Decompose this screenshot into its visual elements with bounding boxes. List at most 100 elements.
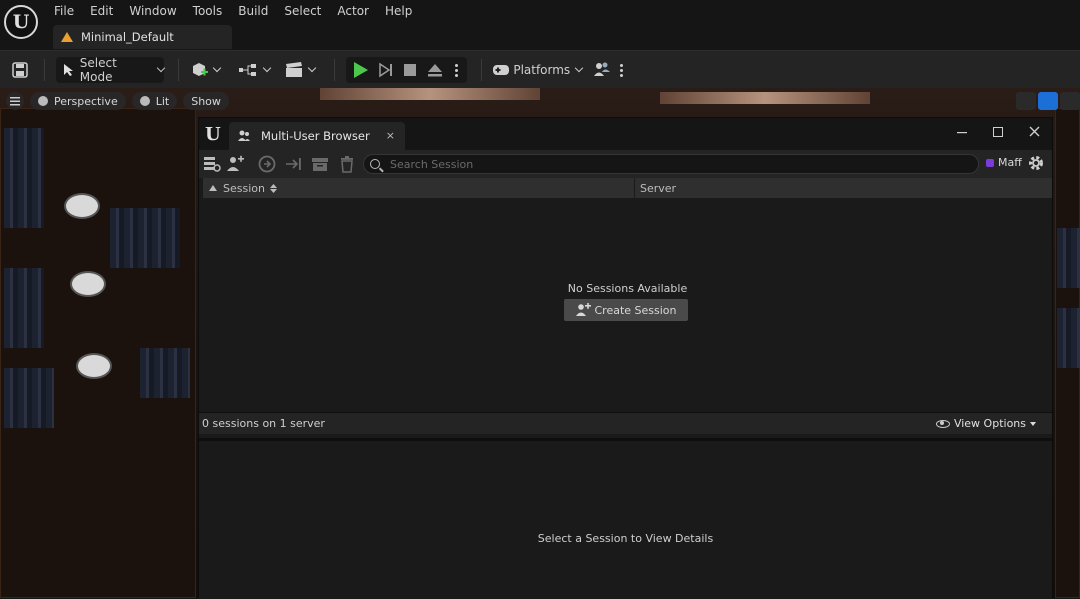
window-title-bar[interactable]: U Multi-User Browser × xyxy=(199,118,1052,150)
warning-icon xyxy=(61,32,73,42)
details-placeholder-text: Select a Session to View Details xyxy=(537,532,714,545)
viewport-menu-button[interactable] xyxy=(6,92,24,110)
sort-toggle-icon xyxy=(269,183,277,193)
session-status-bar: 0 sessions on 1 server View Options xyxy=(199,412,1052,434)
multi-user-browser-tab[interactable]: Multi-User Browser × xyxy=(229,122,405,150)
add-user-icon xyxy=(227,155,244,171)
play-icon[interactable] xyxy=(354,62,368,78)
settings-button[interactable] xyxy=(1027,154,1045,177)
menu-edit[interactable]: Edit xyxy=(82,4,121,18)
add-actor-button[interactable] xyxy=(190,57,224,83)
eject-icon[interactable] xyxy=(427,63,443,77)
view-options-button[interactable]: View Options xyxy=(935,417,1036,430)
save-button[interactable] xyxy=(10,57,30,83)
search-session-input[interactable] xyxy=(388,156,978,172)
toolbar-divider xyxy=(44,59,45,81)
chevron-down-icon xyxy=(156,63,166,73)
close-icon xyxy=(1029,126,1039,137)
user-name: Maff xyxy=(998,156,1022,169)
play-controls xyxy=(346,57,467,83)
show-button[interactable]: Show xyxy=(183,92,229,110)
session-list-header: Session Server xyxy=(203,178,1052,198)
menu-actor[interactable]: Actor xyxy=(329,4,377,18)
minimize-icon xyxy=(957,132,967,134)
books xyxy=(1057,308,1080,368)
join-session-button[interactable] xyxy=(258,155,276,173)
menu-window[interactable]: Window xyxy=(121,4,184,18)
sort-ascending-icon xyxy=(209,185,217,191)
select-mode-dropdown[interactable]: Select Mode xyxy=(56,56,166,84)
chevron-down-icon xyxy=(307,63,317,73)
perspective-button[interactable]: Perspective xyxy=(30,92,126,110)
refresh-circle-icon xyxy=(258,155,276,173)
tab-title: Multi-User Browser xyxy=(261,129,370,143)
close-window-button[interactable] xyxy=(1025,126,1043,142)
column-server-label: Server xyxy=(640,181,677,195)
more-options-icon[interactable] xyxy=(455,63,458,77)
menu-select[interactable]: Select xyxy=(276,4,329,18)
search-session-box[interactable] xyxy=(363,154,979,174)
delete-session-button[interactable] xyxy=(338,155,356,173)
chevron-down-icon xyxy=(212,63,222,73)
clapperboard-icon xyxy=(286,62,302,77)
users-icon xyxy=(594,62,610,76)
blueprint-button[interactable] xyxy=(238,57,272,83)
select-mode-label: Select Mode xyxy=(79,56,117,84)
stop-icon[interactable] xyxy=(403,63,417,77)
gamepad-icon xyxy=(493,65,509,75)
multi-user-button[interactable] xyxy=(593,57,611,83)
multi-user-browser-window: U Multi-User Browser × Search Session Ma… xyxy=(198,117,1053,599)
clock-prop xyxy=(70,271,106,297)
gear-icon xyxy=(1029,156,1043,170)
create-session-button[interactable]: Create Session xyxy=(564,299,688,321)
level-tab-label: Minimal_Default xyxy=(81,30,174,44)
main-menu: File Edit Window Tools Build Select Acto… xyxy=(46,4,420,18)
toolbar-divider xyxy=(178,59,179,81)
column-header-session[interactable]: Session xyxy=(203,178,635,198)
menu-help[interactable]: Help xyxy=(377,4,420,18)
users-icon xyxy=(238,130,250,141)
toolbar-more-button[interactable] xyxy=(620,57,628,83)
chevron-down-icon xyxy=(262,63,272,73)
unreal-logo-icon[interactable]: U xyxy=(4,5,38,39)
menu-bar: U File Edit Window Tools Build Select Ac… xyxy=(0,0,1080,50)
close-tab-icon[interactable]: × xyxy=(386,129,395,142)
search-icon xyxy=(370,159,380,169)
perspective-label: Perspective xyxy=(54,94,118,108)
maximize-button[interactable] xyxy=(989,126,1007,142)
lit-icon xyxy=(139,96,150,106)
server-list-button[interactable] xyxy=(203,155,221,173)
maximize-icon xyxy=(993,127,1003,137)
platforms-dropdown[interactable]: Platforms xyxy=(492,57,584,83)
show-label: Show xyxy=(191,94,221,108)
add-user-session-button[interactable] xyxy=(226,155,244,173)
cube-icon xyxy=(38,96,48,106)
open-session-button[interactable] xyxy=(284,155,302,173)
menu-build[interactable]: Build xyxy=(230,4,276,18)
minimize-button[interactable] xyxy=(953,126,971,142)
archive-session-button[interactable] xyxy=(311,155,329,173)
viewport-toolbar: Perspective Lit Show xyxy=(0,92,229,110)
menu-file[interactable]: File xyxy=(46,4,82,18)
books xyxy=(4,268,44,348)
hamburger-icon xyxy=(10,97,20,106)
more-options-icon xyxy=(620,63,623,77)
current-user-badge[interactable]: Maff xyxy=(986,156,1022,169)
browser-toolbar: Maff xyxy=(199,150,1052,178)
menu-tools[interactable]: Tools xyxy=(185,4,231,18)
translate-tool-icon[interactable] xyxy=(1038,92,1058,110)
column-header-server[interactable]: Server xyxy=(635,178,1052,198)
advance-frame-icon[interactable] xyxy=(378,62,394,78)
main-toolbar: Select Mode Platforms xyxy=(0,50,1080,88)
session-list: No Sessions Available Create Session xyxy=(203,198,1052,410)
column-session-label: Session xyxy=(223,181,265,195)
lit-button[interactable]: Lit xyxy=(131,92,178,110)
select-tool-icon[interactable] xyxy=(1016,92,1036,110)
transform-tools xyxy=(1016,92,1080,110)
blueprint-icon xyxy=(239,64,256,76)
level-tab[interactable]: Minimal_Default xyxy=(53,25,232,49)
clock-prop xyxy=(76,353,112,379)
cinematics-button[interactable] xyxy=(285,57,319,83)
rotate-tool-icon[interactable] xyxy=(1060,92,1080,110)
books xyxy=(140,348,190,398)
